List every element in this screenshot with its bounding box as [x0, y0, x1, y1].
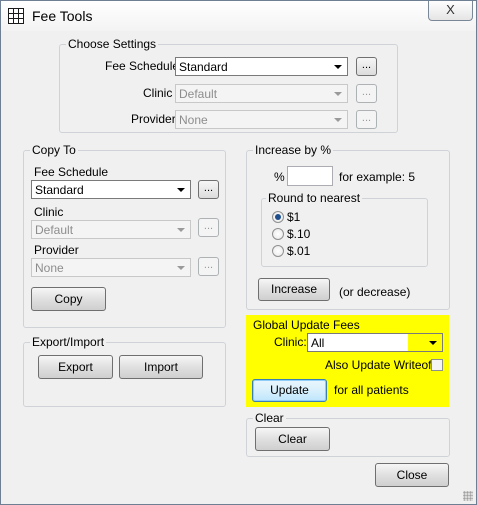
copy-fee-schedule-value: Standard [35, 183, 84, 197]
title-bar: Fee Tools X [1, 1, 476, 31]
round-option-1-label: $1 [287, 210, 301, 224]
chevron-down-icon [177, 188, 185, 192]
window-close-button[interactable]: X [428, 1, 473, 21]
radio-round-1c[interactable] [272, 245, 284, 257]
radio-round-10c[interactable] [272, 228, 284, 240]
provider-select[interactable]: None [175, 110, 348, 129]
copy-clinic-value: Default [35, 223, 74, 237]
example-text: for example: 5 [339, 170, 416, 184]
copy-provider-label: Provider [34, 243, 79, 257]
chevron-down-icon [334, 118, 342, 122]
provider-value: None [179, 113, 208, 127]
fee-schedule-value: Standard [179, 60, 228, 74]
fee-tools-window: Fee Tools X Choose Settings Fee Schedule… [0, 0, 477, 505]
grid-icon [8, 8, 24, 24]
round-option-2-label: $.10 [287, 227, 311, 241]
close-button[interactable]: Close [375, 463, 449, 487]
copy-fee-schedule-browse-button[interactable]: ... [198, 180, 219, 199]
increase-button[interactable]: Increase [258, 278, 330, 301]
fee-schedule-select[interactable]: Standard [175, 57, 348, 76]
clear-group-label: Clear [253, 411, 286, 425]
global-update-label: Global Update Fees [253, 318, 360, 332]
copy-to-label: Copy To [30, 143, 78, 157]
copy-provider-select[interactable]: None [31, 258, 191, 277]
increase-by-label: Increase by % [253, 143, 334, 157]
copy-button[interactable]: Copy [31, 287, 106, 311]
copy-clinic-browse-button[interactable]: ... [198, 218, 219, 237]
window-title: Fee Tools [32, 8, 93, 24]
import-button[interactable]: Import [119, 355, 203, 379]
radio-round-1[interactable] [272, 211, 284, 223]
clear-button[interactable]: Clear [255, 427, 330, 451]
chevron-down-icon [334, 65, 342, 69]
copy-fee-schedule-select[interactable]: Standard [31, 180, 191, 199]
resize-grip-icon[interactable] [463, 491, 473, 501]
also-update-writeoffs-label: Also Update Writeoffs [325, 358, 441, 372]
global-clinic-value-text: All [311, 336, 325, 350]
global-clinic-value: All [308, 334, 408, 351]
chevron-down-icon [177, 266, 185, 270]
copy-fee-schedule-label: Fee Schedule [34, 165, 109, 179]
decrease-note: (or decrease) [339, 285, 411, 299]
clinic-select[interactable]: Default [175, 84, 348, 103]
clinic-browse-button[interactable]: ... [356, 84, 377, 103]
chevron-down-icon [177, 228, 185, 232]
also-update-writeoffs-checkbox[interactable] [431, 359, 443, 371]
percent-input[interactable] [287, 166, 333, 186]
for-all-patients-note: for all patients [334, 383, 409, 397]
clinic-value: Default [179, 87, 218, 101]
copy-provider-value: None [35, 261, 64, 275]
round-option-3-label: $.01 [287, 244, 311, 258]
dialog-client-area: Choose Settings Fee Schedule Standard ..… [8, 31, 469, 496]
chevron-down-icon [429, 341, 437, 345]
percent-label: % [274, 170, 285, 184]
global-clinic-select[interactable]: All [307, 333, 443, 352]
provider-label: Provider [131, 112, 176, 126]
global-clinic-label: Clinic: [274, 335, 307, 349]
update-button[interactable]: Update [252, 379, 327, 402]
export-import-label: Export/Import [30, 335, 107, 349]
copy-clinic-label: Clinic [34, 205, 64, 219]
round-label: Round to nearest [266, 191, 363, 205]
export-button[interactable]: Export [38, 355, 113, 379]
chevron-down-icon [334, 92, 342, 96]
fee-schedule-browse-button[interactable]: ... [356, 57, 377, 76]
clinic-label: Clinic [143, 86, 173, 100]
copy-clinic-select[interactable]: Default [31, 220, 191, 239]
fee-schedule-label: Fee Schedule [105, 59, 180, 73]
choose-settings-label: Choose Settings [66, 37, 159, 51]
copy-provider-browse-button[interactable]: ... [198, 257, 219, 276]
provider-browse-button[interactable]: ... [356, 110, 377, 129]
